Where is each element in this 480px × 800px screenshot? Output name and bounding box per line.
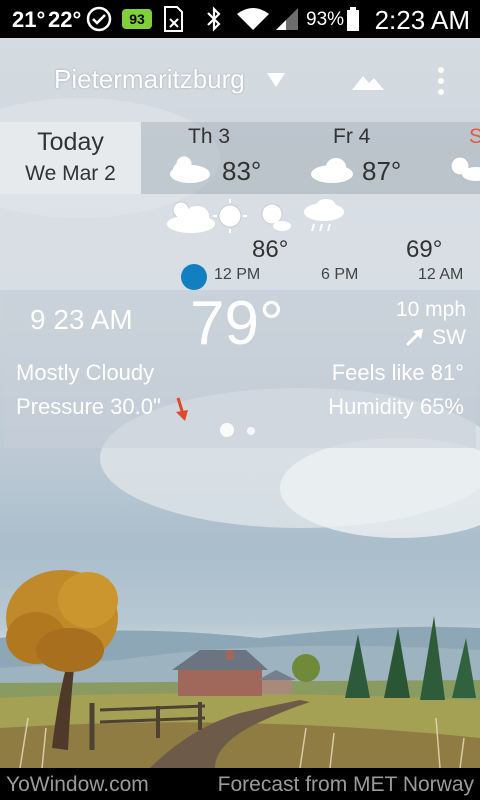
footer-brand-link[interactable]: YoWindow.com: [6, 773, 149, 797]
tab-friday-temp: 87°: [362, 156, 402, 186]
battery-badge: 93: [122, 9, 152, 29]
status-temp-1: 21°: [12, 7, 46, 32]
status-clock: 2:23 AM: [374, 5, 470, 35]
tab-thursday-label[interactable]: Th 3: [188, 125, 230, 149]
battery-percent: 93%: [306, 9, 345, 30]
wind-speed: 10 mph: [395, 298, 466, 321]
hourly-time-3: 12 AM: [418, 266, 464, 283]
current-time: 9 23 AM: [30, 304, 133, 335]
bluetooth-icon: [207, 6, 221, 32]
battery-icon: [347, 7, 359, 31]
tab-friday-label[interactable]: Fr 4: [333, 125, 370, 149]
current-temperature: 79°: [190, 289, 284, 358]
pressure: Pressure 30.0": [16, 394, 161, 419]
status-temp-2: 22°: [48, 7, 82, 32]
page-indicator: [247, 427, 255, 435]
hourly-temp-2: 69°: [406, 236, 443, 263]
wind-direction-arrow-icon: [405, 329, 423, 347]
current-time-marker[interactable]: [181, 264, 207, 290]
cloudy-icon: [311, 158, 353, 183]
weather-condition: Mostly Cloudy: [16, 360, 155, 385]
dropdown-arrow-icon[interactable]: [266, 72, 286, 88]
rain-cloud-icon: [304, 199, 344, 232]
forecast-source-link[interactable]: Forecast from MET Norway: [218, 773, 474, 797]
status-bar: 21° 22° 93 93% 2:23 AM: [0, 0, 480, 38]
pressure-falling-arrow-icon: [176, 397, 188, 421]
humidity: Humidity 65%: [328, 394, 464, 419]
tab-today-date: We Mar 2: [25, 162, 116, 185]
sun-icon: [213, 199, 247, 233]
overflow-menu-icon[interactable]: [434, 66, 448, 96]
location-selector[interactable]: Pietermaritzburg: [54, 64, 245, 95]
tab-thursday-temp: 83°: [222, 156, 262, 186]
landscape-icon[interactable]: [352, 70, 384, 92]
check-circle-icon: [86, 6, 112, 32]
wifi-icon: [237, 8, 269, 30]
wind-direction: SW: [432, 326, 466, 349]
tab-saturday-label[interactable]: S: [469, 125, 480, 149]
partly-cloudy-icon: [170, 155, 210, 183]
tab-today-label: Today: [37, 128, 104, 156]
sim-card-icon: [164, 6, 183, 32]
hourly-temp-1: 86°: [252, 236, 289, 263]
feels-like: Feels like 81°: [331, 360, 464, 385]
hourly-time-1: 12 PM: [214, 266, 261, 283]
sun-cloud-icon: [450, 156, 480, 181]
sun-small-cloud-icon: [261, 203, 291, 231]
page-indicator-active: [220, 423, 234, 437]
signal-icon: [276, 8, 298, 30]
hourly-time-2: 6 PM: [321, 266, 359, 283]
